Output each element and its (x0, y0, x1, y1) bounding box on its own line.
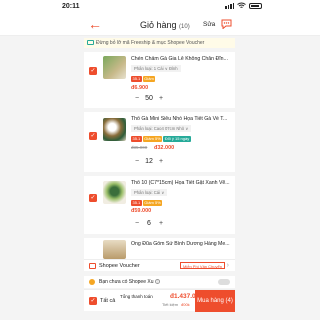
total-label: Tổng thanh toán (120, 294, 153, 299)
status-time: 20:11 (62, 3, 80, 10)
app-header: ← Giỏ hàng (10) Sửa (0, 14, 320, 36)
voucher-row[interactable]: Shopee Voucher Miễn Phí Vận Chuyển › (84, 259, 235, 271)
minus-button[interactable]: − (133, 158, 141, 165)
cart-count: (10) (179, 24, 190, 30)
page-title: Giỏ hàng (10) (140, 20, 190, 30)
voucher-label: Shopee Voucher (99, 263, 140, 269)
savings-amount: đ00k (181, 302, 190, 307)
plus-button[interactable]: + (157, 220, 165, 227)
promo-badge: 35.1 (131, 76, 142, 82)
wifi-icon (237, 2, 246, 8)
promo-badges: 35.1 Giảm 5% Đổi ý 15 ngày (131, 136, 191, 142)
item-checkbox[interactable]: ✓ (89, 194, 97, 202)
product-image[interactable] (103, 56, 126, 79)
item-checkbox[interactable]: ✓ (89, 67, 97, 75)
promo-badge: Giảm 5% (142, 136, 163, 142)
promo-badges: 35.1 Giảm (131, 76, 156, 82)
minus-button[interactable]: − (133, 95, 141, 102)
promo-badge: 35.1 (131, 200, 142, 206)
product-variant[interactable]: Phân loại: 1 Cái ∨ Đỉnh (131, 65, 181, 72)
minus-button[interactable]: − (133, 220, 141, 227)
product-price: đ59.000 (131, 208, 152, 214)
truck-icon (87, 40, 94, 45)
cart-item: ✓ Thố 10 (C7*15cm) Họa Tiết Gật Xanh Vẽ.… (84, 176, 235, 234)
product-image[interactable] (103, 240, 126, 259)
buy-button[interactable]: Mua hàng (4) (195, 290, 235, 312)
banner-text: Đừng bỏ lỡ mã Freeship & mục Shopee Vouc… (96, 40, 205, 46)
product-name[interactable]: Thố Gà Mini Siêu Nhỏ Họa Tiết Gà Về T... (131, 116, 234, 122)
voucher-icon (89, 263, 96, 269)
quantity-stepper: −12 + (133, 158, 165, 165)
help-icon[interactable]: ? (154, 279, 160, 284)
edit-button[interactable]: Sửa (203, 21, 215, 28)
quantity-value[interactable]: 50 (141, 95, 157, 102)
product-variant[interactable]: Phân loại: Cao4 07cm Nhỏ ∨ (131, 125, 192, 132)
page-title-text: Giỏ hàng (140, 20, 177, 30)
select-all-checkbox[interactable]: ✓ (89, 297, 97, 305)
product-image[interactable] (103, 118, 126, 141)
promo-badge: 35.1 (131, 136, 142, 142)
product-name[interactable]: Ống Đũa Gốm Sứ Bình Dương Hàng Me... (131, 241, 234, 247)
chevron-right-icon: › (226, 262, 229, 269)
xu-row: Bạn chưa có Shopee Xu ? (84, 276, 235, 288)
status-bar: 20:11 (0, 0, 320, 14)
signal-icon (225, 2, 234, 9)
chat-icon[interactable] (221, 19, 232, 29)
battery-icon (249, 2, 262, 9)
xu-toggle[interactable] (218, 279, 230, 285)
item-checkbox[interactable]: ✓ (89, 132, 97, 140)
promo-badge: Giảm (142, 76, 156, 82)
promo-badges: 35.1 Giảm 5% (131, 200, 163, 206)
plus-button[interactable]: + (157, 95, 165, 102)
promo-badge: Giảm 5% (142, 200, 163, 206)
quantity-stepper: −6 + (133, 220, 165, 227)
cart-item: ✓ Chén Chấm Gà Gia Lê Không Chân Đĩn... … (84, 52, 235, 108)
checkout-bar: ✓ Tất cả Tổng thanh toán đ1.437.000 Tiết… (84, 289, 235, 312)
savings-label: Tiết kiệm (162, 302, 179, 307)
product-name[interactable]: Chén Chấm Gà Gia Lê Không Chân Đĩn... (131, 56, 234, 62)
product-name[interactable]: Thố 10 (C7*15cm) Họa Tiết Gật Xanh Vẽ... (131, 180, 234, 186)
product-variant[interactable]: Phân loại: Cái ∨ (131, 189, 168, 196)
back-arrow-icon[interactable]: ← (88, 17, 102, 31)
xu-label: Bạn chưa có Shopee Xu (99, 279, 154, 285)
quantity-value[interactable]: 12 (141, 158, 157, 165)
coin-icon (89, 279, 95, 285)
cart-item: ✓ Thố Gà Mini Siêu Nhỏ Họa Tiết Gà Về T.… (84, 112, 235, 172)
quantity-value[interactable]: 6 (141, 220, 157, 227)
voucher-tag[interactable]: Miễn Phí Vận Chuyển (180, 262, 225, 269)
cart-item: Ống Đũa Gốm Sứ Bình Dương Hàng Me... (84, 238, 235, 259)
product-price: đ6.900 (131, 85, 149, 91)
product-price: đ32.000 (154, 145, 175, 151)
original-price: đ35.000 (131, 145, 148, 150)
status-icons (225, 2, 262, 9)
product-image[interactable] (103, 181, 126, 204)
quantity-stepper: −50 + (133, 95, 165, 102)
promo-badge: Đổi ý 15 ngày (163, 136, 191, 142)
freeship-banner[interactable]: Đừng bỏ lỡ mã Freeship & mục Shopee Vouc… (84, 38, 235, 48)
plus-button[interactable]: + (157, 158, 165, 165)
select-all-label[interactable]: Tất cả (100, 298, 115, 304)
